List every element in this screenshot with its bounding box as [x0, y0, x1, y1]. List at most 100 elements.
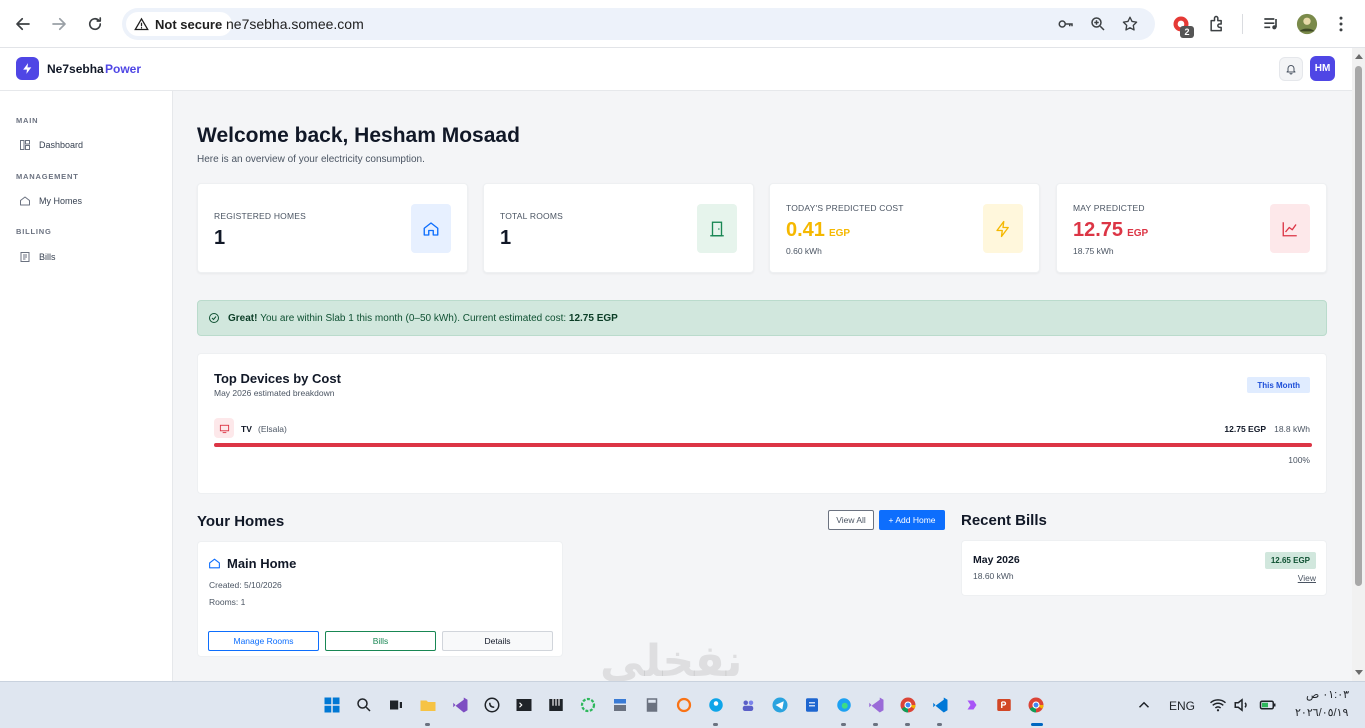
alert-text: You are within Slab 1 this month (0–50 k…: [260, 312, 567, 324]
warning-icon: [134, 17, 149, 30]
notifications-button[interactable]: [1279, 57, 1303, 81]
browser-menu-icon[interactable]: [1330, 13, 1352, 35]
bill-card: May 2026 18.60 kWh 12.65 EGP View: [961, 540, 1327, 596]
profile-avatar-icon[interactable]: [1296, 13, 1318, 35]
bell-icon: [1286, 65, 1296, 75]
home-rooms: Rooms: 1: [209, 597, 246, 607]
scrollbar-thumb[interactable]: [1355, 66, 1362, 586]
page-scrollbar[interactable]: [1352, 48, 1365, 681]
home-icon: [209, 558, 220, 569]
bolt-logo-icon[interactable]: [16, 57, 39, 80]
clock-date[interactable]: ٢٠٢٦/٠٥/١٩: [1295, 706, 1348, 719]
language-indicator[interactable]: ENG: [1169, 699, 1195, 713]
extension-badge: 2: [1180, 26, 1194, 38]
toolbar-divider: [1242, 14, 1243, 34]
alert-strong: Great!: [228, 312, 258, 324]
home-name: Main Home: [227, 556, 297, 571]
stat-card-today-cost: TODAY'S PREDICTED COST 0.41 EGP 0.60 kWh: [769, 183, 1040, 273]
dashboard-icon: [20, 140, 30, 150]
tv-icon: [214, 418, 234, 438]
search-icon[interactable]: [354, 695, 374, 715]
telegram-icon[interactable]: [770, 695, 790, 715]
stat-value: 12.75 EGP: [1073, 219, 1148, 242]
device-room: (Elsala): [258, 424, 287, 434]
stat-sub: 0.60 kWh: [786, 246, 822, 256]
blue-app-icon[interactable]: [802, 695, 822, 715]
forward-button[interactable]: [46, 11, 72, 37]
chrome-icon[interactable]: [898, 695, 918, 715]
device-progress-fill: [214, 443, 1312, 447]
windows-taskbar: ENG: [0, 681, 1365, 728]
scroll-up-arrow-icon[interactable]: [1355, 54, 1363, 59]
stat-value: 1: [500, 227, 512, 249]
wifi-icon[interactable]: [1208, 695, 1228, 715]
security-indicator[interactable]: Not secure: [126, 12, 233, 36]
device-name: TV: [241, 424, 252, 434]
task-view-icon[interactable]: [386, 695, 406, 715]
circle-app-icon[interactable]: [578, 695, 598, 715]
orange-app-icon[interactable]: [674, 695, 694, 715]
zoom-icon[interactable]: [1088, 14, 1108, 34]
vscode-icon[interactable]: [930, 695, 950, 715]
windows-start-icon[interactable]: [322, 695, 342, 715]
stat-card-month-predicted: MAY PREDICTED 12.75 EGP 18.75 kWh: [1056, 183, 1327, 273]
today-cost-value: 0.41: [786, 219, 825, 241]
this-month-badge[interactable]: This Month: [1247, 377, 1310, 393]
terminal-icon[interactable]: [514, 695, 534, 715]
battery-icon[interactable]: [1258, 695, 1278, 715]
active-indicator: [1031, 723, 1043, 726]
door-icon: [697, 204, 737, 253]
recent-bills-title: Recent Bills: [961, 512, 1047, 529]
device-cost: 12.75 EGP: [1224, 424, 1266, 434]
tray-chevron-up-icon[interactable]: [1134, 695, 1154, 715]
sidebar-item-my-homes[interactable]: My Homes: [12, 191, 162, 211]
brand-name[interactable]: Ne7sebha: [47, 62, 104, 76]
sidebar-item-dashboard[interactable]: Dashboard: [12, 135, 162, 155]
stat-label: TOTAL ROOMS: [500, 211, 563, 221]
home-details-button[interactable]: Details: [442, 631, 553, 651]
home-icon: [411, 204, 451, 253]
device-kwh: 18.8 kWh: [1274, 424, 1310, 434]
bolt-icon: [983, 204, 1023, 253]
add-home-button[interactable]: + Add Home: [879, 510, 945, 530]
edge-icon[interactable]: [834, 695, 854, 715]
reload-button[interactable]: [82, 11, 108, 37]
sidebar-item-bills[interactable]: Bills: [12, 247, 162, 267]
bookmark-star-icon[interactable]: [1120, 14, 1140, 34]
page-title: Welcome back, Hesham Mosaad: [197, 124, 520, 147]
calculator-icon[interactable]: [642, 695, 662, 715]
sidebar-section-main: MAIN: [16, 116, 39, 125]
user-avatar[interactable]: HM: [1310, 56, 1335, 81]
view-all-homes-button[interactable]: View All: [828, 510, 874, 530]
app-header: Ne7sebha Power HM: [0, 48, 1352, 91]
address-bar[interactable]: Not secure ne7sebha.somee.com: [122, 8, 1155, 40]
whatsapp-icon[interactable]: [482, 695, 502, 715]
volume-icon[interactable]: [1232, 695, 1252, 715]
extensions-puzzle-icon[interactable]: [1206, 13, 1228, 35]
visual-studio-icon[interactable]: [450, 695, 470, 715]
home-bills-button[interactable]: Bills: [325, 631, 436, 651]
file-explorer-icon[interactable]: [418, 695, 438, 715]
home-icon: [20, 196, 30, 206]
stat-card-rooms: TOTAL ROOMS 1: [483, 183, 754, 273]
teams-icon[interactable]: [738, 695, 758, 715]
password-key-icon[interactable]: [1056, 14, 1076, 34]
arrow-left-icon: [16, 17, 30, 31]
media-control-icon[interactable]: [1260, 13, 1282, 35]
person-app-icon[interactable]: [706, 695, 726, 715]
your-homes-title: Your Homes: [197, 513, 285, 530]
page-subtitle: Here is an overview of your electricity …: [197, 154, 425, 165]
piano-app-icon[interactable]: [546, 695, 566, 715]
copilot-icon[interactable]: [962, 695, 982, 715]
clock-time[interactable]: ٠١:٠٣ ص: [1306, 688, 1349, 701]
powerpoint-icon[interactable]: [994, 695, 1014, 715]
stacked-app-icon[interactable]: [610, 695, 630, 715]
brand-accent[interactable]: Power: [105, 62, 141, 76]
visual-studio-preview-icon[interactable]: [866, 695, 886, 715]
manage-rooms-button[interactable]: Manage Rooms: [208, 631, 319, 651]
scroll-down-arrow-icon[interactable]: [1355, 670, 1363, 675]
back-button[interactable]: [10, 11, 36, 37]
chrome-active-icon[interactable]: [1026, 695, 1046, 715]
url-text[interactable]: ne7sebha.somee.com: [226, 16, 364, 32]
bill-view-link[interactable]: View: [1298, 573, 1316, 583]
